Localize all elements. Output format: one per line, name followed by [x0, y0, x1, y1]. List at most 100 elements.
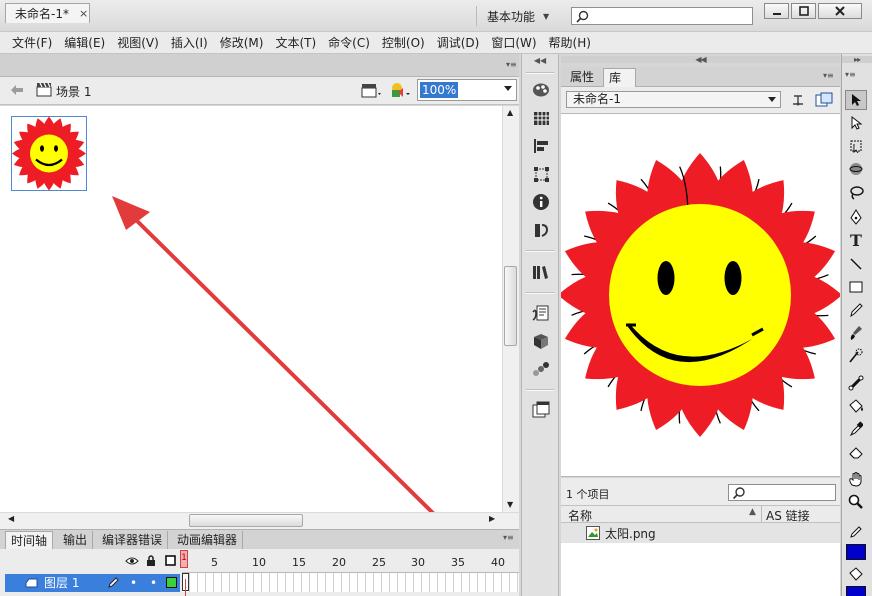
- outline-color-swatch[interactable]: [166, 577, 177, 588]
- hand-tool-icon[interactable]: [845, 469, 867, 489]
- back-arrow-icon[interactable]: [10, 84, 24, 96]
- edit-symbols-icon[interactable]: [388, 81, 412, 99]
- new-library-panel-icon[interactable]: [815, 92, 833, 108]
- scene-icon: [36, 82, 52, 97]
- eyedropper-tool-icon[interactable]: [845, 419, 867, 439]
- menu-file[interactable]: 文件(F): [6, 32, 58, 54]
- workspace-switcher[interactable]: 基本功能 ▼: [476, 6, 557, 26]
- bitmap-icon: [586, 526, 600, 540]
- horizontal-scroll-thumb[interactable]: [189, 514, 303, 527]
- deco-tool-icon[interactable]: [845, 346, 867, 366]
- menu-help[interactable]: 帮助(H): [543, 32, 597, 54]
- close-tab-icon[interactable]: ×: [79, 7, 88, 20]
- scroll-right-icon[interactable]: ▶: [489, 514, 495, 523]
- code-snippets-icon[interactable]: [531, 220, 551, 240]
- free-transform-tool-icon[interactable]: [845, 136, 867, 156]
- panel-menu-icon[interactable]: ▾≡: [845, 70, 856, 79]
- stroke-color-pencil-icon[interactable]: [845, 522, 867, 542]
- maximize-button[interactable]: [791, 3, 816, 19]
- project-icon[interactable]: [531, 399, 551, 419]
- lock-icon[interactable]: [146, 554, 156, 567]
- pin-library-icon[interactable]: [790, 92, 806, 108]
- tab-motion-editor[interactable]: 动画编辑器: [172, 531, 244, 549]
- visibility-dot[interactable]: •: [130, 574, 137, 592]
- motion-presets-icon[interactable]: [531, 359, 551, 379]
- zoom-tool-icon[interactable]: [845, 492, 867, 512]
- pencil-icon: [108, 577, 119, 588]
- menu-debug[interactable]: 调试(D): [431, 32, 486, 54]
- text-tool-icon[interactable]: T: [845, 230, 867, 250]
- sun-right-eye: [724, 261, 742, 295]
- align-icon[interactable]: [531, 136, 551, 156]
- panel-grip[interactable]: ▸▸: [842, 56, 872, 64]
- menu-view[interactable]: 视图(V): [111, 32, 165, 54]
- menu-window[interactable]: 窗口(W): [485, 32, 542, 54]
- tab-properties[interactable]: 属性: [565, 68, 599, 87]
- frame-grid[interactable]: [182, 572, 519, 592]
- actions-icon[interactable]: [531, 303, 551, 323]
- eye-icon[interactable]: [125, 556, 139, 566]
- sort-icon[interactable]: ▲: [749, 507, 756, 517]
- playhead[interactable]: 1: [180, 550, 188, 568]
- vertical-scroll-thumb[interactable]: [504, 266, 517, 346]
- library-item[interactable]: 太阳.png: [561, 523, 840, 543]
- search-icon: [732, 487, 745, 500]
- eraser-tool-icon[interactable]: [845, 442, 867, 462]
- document-tab[interactable]: 未命名-1* ×: [5, 3, 90, 23]
- tab-timeline[interactable]: 时间轴: [5, 531, 54, 549]
- fill-color-swatch[interactable]: [846, 586, 866, 596]
- lock-dot[interactable]: •: [150, 574, 157, 592]
- color-icon[interactable]: [531, 80, 551, 100]
- scroll-down-icon[interactable]: ▼: [507, 500, 513, 509]
- tab-output[interactable]: 输出: [58, 531, 94, 549]
- layer-icon: [25, 578, 38, 588]
- scroll-up-icon[interactable]: ▲: [507, 108, 513, 117]
- stroke-color-swatch[interactable]: [846, 544, 866, 560]
- lasso-tool-icon[interactable]: [845, 182, 867, 202]
- column-name[interactable]: 名称: [568, 507, 592, 524]
- panel-menu-icon[interactable]: ▾≡: [506, 60, 517, 69]
- swatches-icon[interactable]: [531, 108, 551, 128]
- scroll-left-icon[interactable]: ◀: [8, 514, 14, 523]
- brush-tool-icon[interactable]: [845, 323, 867, 343]
- 3d-rotation-tool-icon[interactable]: [845, 159, 867, 179]
- close-icon: [835, 6, 845, 16]
- panel-menu-icon[interactable]: ▾≡: [823, 71, 834, 80]
- subselection-tool-icon[interactable]: [845, 113, 867, 133]
- menu-modify[interactable]: 修改(M): [214, 32, 270, 54]
- menu-control[interactable]: 控制(O): [376, 32, 431, 54]
- pen-tool-icon[interactable]: [845, 207, 867, 227]
- line-tool-icon[interactable]: [845, 254, 867, 274]
- layer-row[interactable]: 图层 1 • •: [5, 574, 180, 592]
- info-icon[interactable]: [531, 192, 551, 212]
- rectangle-tool-icon[interactable]: [845, 277, 867, 297]
- zoom-select[interactable]: 100%: [417, 79, 517, 101]
- edit-scene-icon[interactable]: [361, 82, 383, 98]
- transform-icon[interactable]: [531, 164, 551, 184]
- selection-tool-icon[interactable]: [845, 90, 867, 110]
- menu-text[interactable]: 文本(T): [269, 32, 322, 54]
- minimize-button[interactable]: [764, 3, 789, 19]
- library-icon[interactable]: [531, 262, 551, 282]
- menu-insert[interactable]: 插入(I): [165, 32, 214, 54]
- bone-tool-icon[interactable]: [845, 373, 867, 393]
- library-search-input[interactable]: [728, 484, 836, 501]
- help-search-input[interactable]: [571, 7, 753, 25]
- menu-edit[interactable]: 编辑(E): [58, 32, 111, 54]
- panel-grip[interactable]: ◀◀: [561, 56, 840, 64]
- pencil-tool-icon[interactable]: [845, 300, 867, 320]
- collapse-panel-icon[interactable]: ◀◀: [522, 56, 558, 65]
- tab-compiler-errors[interactable]: 编译器错误: [97, 531, 169, 549]
- close-window-button[interactable]: [818, 3, 862, 19]
- divider: [526, 72, 554, 74]
- outline-icon[interactable]: [165, 555, 176, 566]
- paint-bucket-tool-icon[interactable]: [845, 396, 867, 416]
- frame-number-30: 30: [411, 556, 425, 569]
- tab-library[interactable]: 库: [603, 68, 636, 87]
- library-document-select[interactable]: 未命名-1: [566, 91, 781, 108]
- column-linkage[interactable]: AS 链接: [766, 507, 810, 524]
- components-icon[interactable]: [531, 331, 551, 351]
- menu-commands[interactable]: 命令(C): [322, 32, 376, 54]
- panel-menu-icon[interactable]: ▾≡: [503, 533, 514, 542]
- fill-color-bucket-icon[interactable]: [845, 564, 867, 584]
